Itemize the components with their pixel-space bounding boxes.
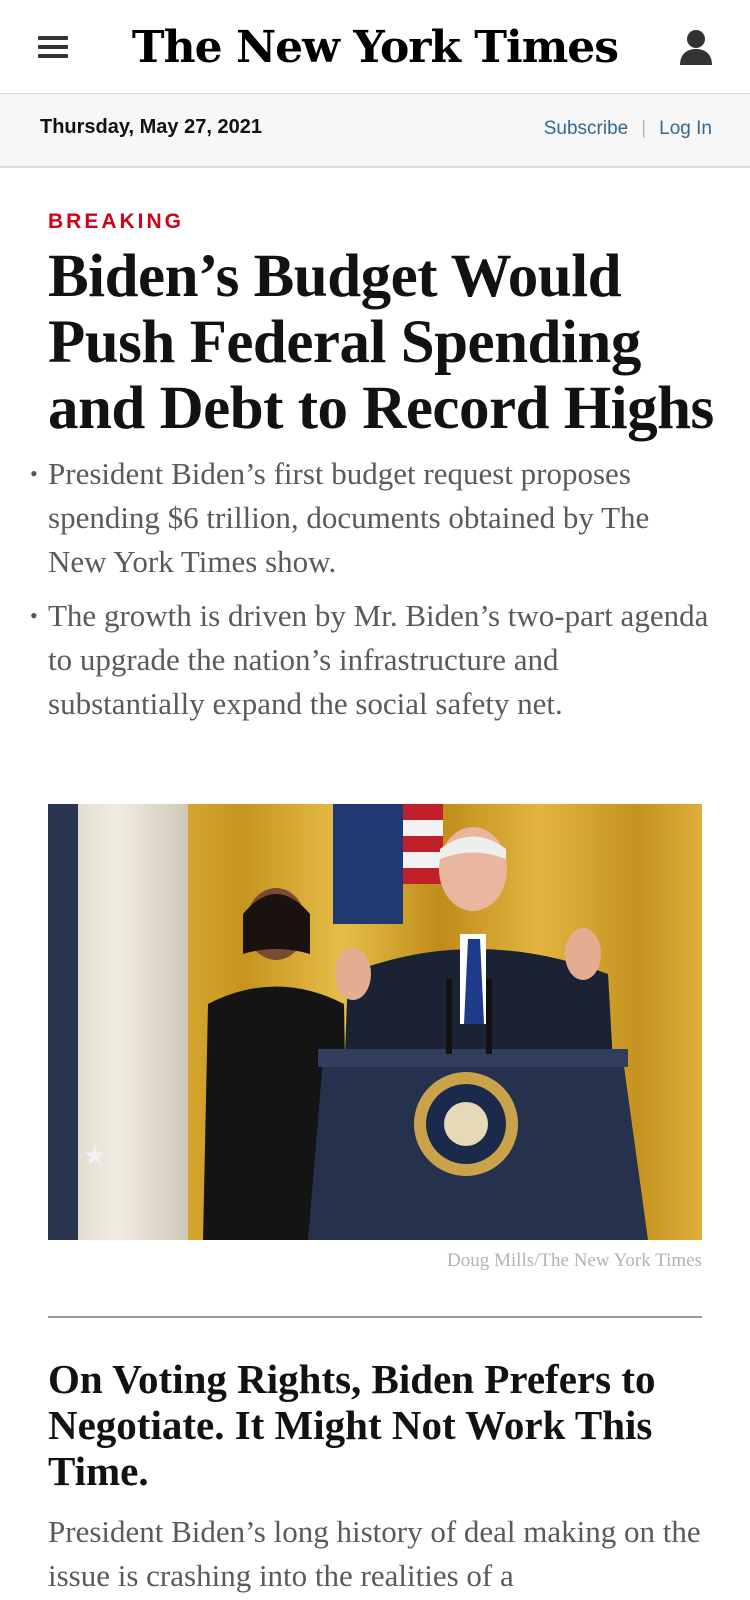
user-account-icon[interactable] <box>678 28 714 66</box>
summary-item: • President Biden’s first budget request… <box>30 452 710 584</box>
link-separator: | <box>641 118 647 139</box>
breaking-kicker: BREAKING <box>48 210 185 233</box>
current-date: Thursday, May 27, 2021 <box>40 116 262 138</box>
nyt-logo[interactable]: The New York Times <box>0 18 750 78</box>
bullet-icon: • <box>30 603 38 628</box>
svg-text:★: ★ <box>83 1141 106 1171</box>
second-summary: President Biden’s long history of deal m… <box>48 1514 701 1593</box>
date-bar: Thursday, May 27, 2021 Subscribe | Log In <box>0 94 750 168</box>
lead-summary-list: • President Biden’s first budget request… <box>30 452 710 736</box>
lead-photo[interactable]: ★ <box>48 804 702 1240</box>
summary-item: • The growth is driven by Mr. Biden’s tw… <box>30 594 710 726</box>
lead-headline[interactable]: Biden’s Budget Would Push Federal Spendi… <box>48 244 728 442</box>
summary-text: The growth is driven by Mr. Biden’s two-… <box>48 598 709 721</box>
bullet-icon: • <box>30 461 38 486</box>
subscribe-link[interactable]: Subscribe <box>544 118 629 139</box>
account-links: Subscribe | Log In <box>544 118 712 140</box>
second-headline[interactable]: On Voting Rights, Biden Prefers to Negot… <box>48 1356 718 1494</box>
section-divider <box>48 1316 702 1318</box>
masthead: The New York Times <box>0 0 750 94</box>
photo-credit: Doug Mills/The New York Times <box>447 1250 702 1271</box>
login-link[interactable]: Log In <box>659 118 712 139</box>
summary-text: President Biden’s first budget request p… <box>48 456 650 579</box>
